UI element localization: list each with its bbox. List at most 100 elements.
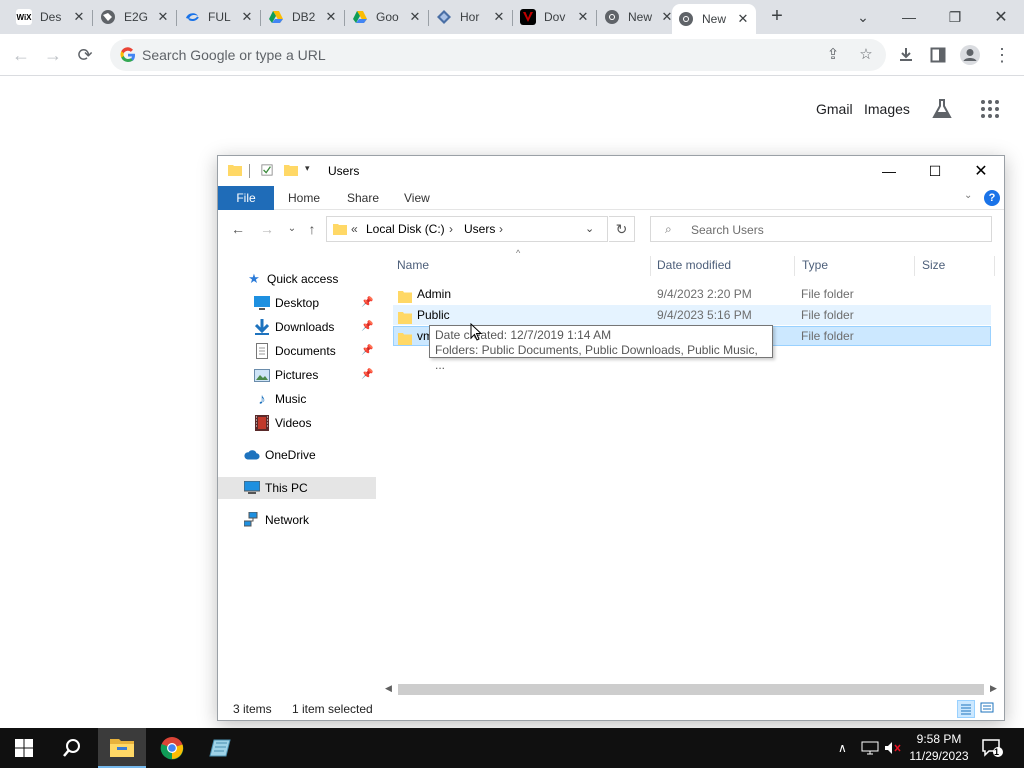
- tab-new-1[interactable]: New ✕: [598, 4, 680, 30]
- address-dropdown-icon[interactable]: ⌄: [585, 222, 594, 235]
- nav-music[interactable]: ♪ Music: [218, 388, 376, 410]
- notification-center-button[interactable]: 1: [982, 728, 1004, 768]
- nav-network[interactable]: Network: [218, 509, 376, 531]
- new-folder-icon[interactable]: [284, 164, 298, 176]
- close-icon[interactable]: ✕: [324, 9, 338, 25]
- nav-quick-access[interactable]: ★ Quick access: [218, 268, 376, 290]
- breadcrumb-separator[interactable]: ›: [499, 222, 503, 236]
- tab-home[interactable]: Home: [278, 186, 330, 210]
- show-hidden-icons[interactable]: ∧: [838, 728, 847, 768]
- share-icon[interactable]: ⇪: [823, 45, 843, 65]
- close-window-button[interactable]: ✕: [958, 156, 1004, 186]
- nav-pictures[interactable]: Pictures 📌: [218, 364, 376, 386]
- more-menu-icon[interactable]: ⋮: [989, 42, 1015, 68]
- star-icon[interactable]: ☆: [856, 45, 876, 65]
- close-icon[interactable]: ✕: [576, 9, 590, 25]
- download-icon[interactable]: [893, 42, 919, 68]
- minimize-button[interactable]: —: [866, 156, 912, 186]
- search-button[interactable]: [48, 728, 96, 768]
- chevron-down-icon[interactable]: ⌄: [840, 0, 886, 34]
- pin-icon[interactable]: 📌: [361, 297, 373, 308]
- pin-icon[interactable]: 📌: [361, 369, 373, 380]
- help-icon[interactable]: ?: [984, 190, 1000, 206]
- recent-locations-icon[interactable]: ⌄: [284, 221, 300, 237]
- tab-e2g[interactable]: E2G ✕: [94, 4, 176, 30]
- back-arrow-icon[interactable]: ←: [230, 221, 246, 237]
- back-arrow-icon[interactable]: ←: [8, 42, 34, 68]
- tab-dov[interactable]: Dov ✕: [514, 4, 596, 30]
- taskbar-file-explorer[interactable]: [98, 728, 146, 768]
- forward-arrow-icon[interactable]: →: [259, 221, 275, 237]
- nav-documents[interactable]: Documents 📌: [218, 340, 376, 362]
- nav-this-pc[interactable]: This PC: [218, 477, 376, 499]
- tab-goo[interactable]: Goo ✕: [346, 4, 428, 30]
- large-icons-view-button[interactable]: [979, 700, 997, 718]
- column-header-name[interactable]: Name: [397, 253, 429, 277]
- horizontal-scrollbar[interactable]: ◀ ▶: [382, 682, 1002, 696]
- scroll-right-icon[interactable]: ▶: [990, 683, 997, 694]
- google-apps-icon[interactable]: [981, 100, 999, 118]
- address-bar[interactable]: « Local Disk (C:) › Users › ⌄: [326, 216, 608, 242]
- tab-share[interactable]: Share: [337, 186, 389, 210]
- scroll-left-icon[interactable]: ◀: [385, 683, 392, 694]
- overflow-chevron[interactable]: «: [351, 222, 358, 236]
- up-arrow-icon[interactable]: ↑: [304, 221, 320, 237]
- side-panel-icon[interactable]: [925, 42, 951, 68]
- tab-wix[interactable]: WiX Des ✕: [10, 4, 92, 30]
- profile-avatar-icon[interactable]: [957, 42, 983, 68]
- omnibox[interactable]: Search Google or type a URL ⇪ ☆: [110, 39, 886, 71]
- start-button[interactable]: [0, 728, 48, 768]
- volume-muted-icon[interactable]: [884, 728, 902, 768]
- breadcrumb-users[interactable]: Users: [464, 222, 495, 236]
- restore-button[interactable]: ❐: [932, 0, 978, 34]
- close-icon[interactable]: ✕: [72, 9, 86, 25]
- nav-downloads[interactable]: Downloads 📌: [218, 316, 376, 338]
- minimize-button[interactable]: —: [886, 0, 932, 34]
- file-row[interactable]: Admin 9/4/2023 2:20 PM File folder: [393, 284, 991, 304]
- tab-view[interactable]: View: [394, 186, 440, 210]
- tab-new-active[interactable]: New ✕: [672, 4, 756, 34]
- taskbar-chrome[interactable]: [148, 728, 196, 768]
- labs-flask-icon[interactable]: [932, 98, 952, 120]
- images-link[interactable]: Images: [864, 101, 910, 117]
- breadcrumb-local-disk[interactable]: Local Disk (C:): [366, 222, 445, 236]
- search-box[interactable]: ⌕ Search Users: [650, 216, 992, 242]
- pin-icon[interactable]: 📌: [361, 345, 373, 356]
- expand-ribbon-icon[interactable]: ⌄: [964, 190, 972, 201]
- tab-ful[interactable]: FUL ✕: [178, 4, 260, 30]
- nav-label: OneDrive: [265, 448, 316, 462]
- refresh-icon[interactable]: ↻: [609, 216, 635, 242]
- file-name[interactable]: Admin: [417, 284, 451, 304]
- file-name[interactable]: Public: [417, 305, 450, 325]
- new-tab-button[interactable]: +: [766, 6, 788, 28]
- file-row[interactable]: Public 9/4/2023 5:16 PM File folder: [393, 305, 991, 325]
- breadcrumb-separator[interactable]: ›: [449, 222, 453, 236]
- close-icon[interactable]: ✕: [492, 9, 506, 25]
- tab-file[interactable]: File: [218, 186, 274, 210]
- close-window-button[interactable]: ✕: [978, 0, 1024, 34]
- column-header-size[interactable]: Size: [922, 253, 945, 277]
- tab-db2[interactable]: DB2 ✕: [262, 4, 344, 30]
- scrollbar-thumb[interactable]: [398, 684, 984, 695]
- taskbar-app[interactable]: [196, 728, 244, 768]
- details-view-button[interactable]: [957, 700, 975, 718]
- nav-videos[interactable]: Videos: [218, 412, 376, 434]
- quick-access-toolbar-dropdown-icon[interactable]: ▾: [305, 163, 310, 174]
- pin-icon[interactable]: 📌: [361, 321, 373, 332]
- system-clock[interactable]: 9:58 PM 11/29/2023: [905, 731, 973, 765]
- reload-icon[interactable]: ⟳: [72, 42, 98, 68]
- tab-hor[interactable]: Hor ✕: [430, 4, 512, 30]
- column-header-type[interactable]: Type: [802, 253, 828, 277]
- close-icon[interactable]: ✕: [156, 9, 170, 25]
- column-header-date-modified[interactable]: Date modified: [657, 253, 731, 277]
- maximize-button[interactable]: ☐: [912, 156, 958, 186]
- forward-arrow-icon[interactable]: →: [40, 42, 66, 68]
- network-icon[interactable]: [861, 728, 879, 768]
- close-icon[interactable]: ✕: [736, 11, 750, 27]
- close-icon[interactable]: ✕: [240, 9, 254, 25]
- close-icon[interactable]: ✕: [408, 9, 422, 25]
- nav-onedrive[interactable]: OneDrive: [218, 444, 376, 466]
- gmail-link[interactable]: Gmail: [816, 101, 853, 117]
- nav-desktop[interactable]: Desktop 📌: [218, 292, 376, 314]
- properties-icon[interactable]: [260, 164, 274, 176]
